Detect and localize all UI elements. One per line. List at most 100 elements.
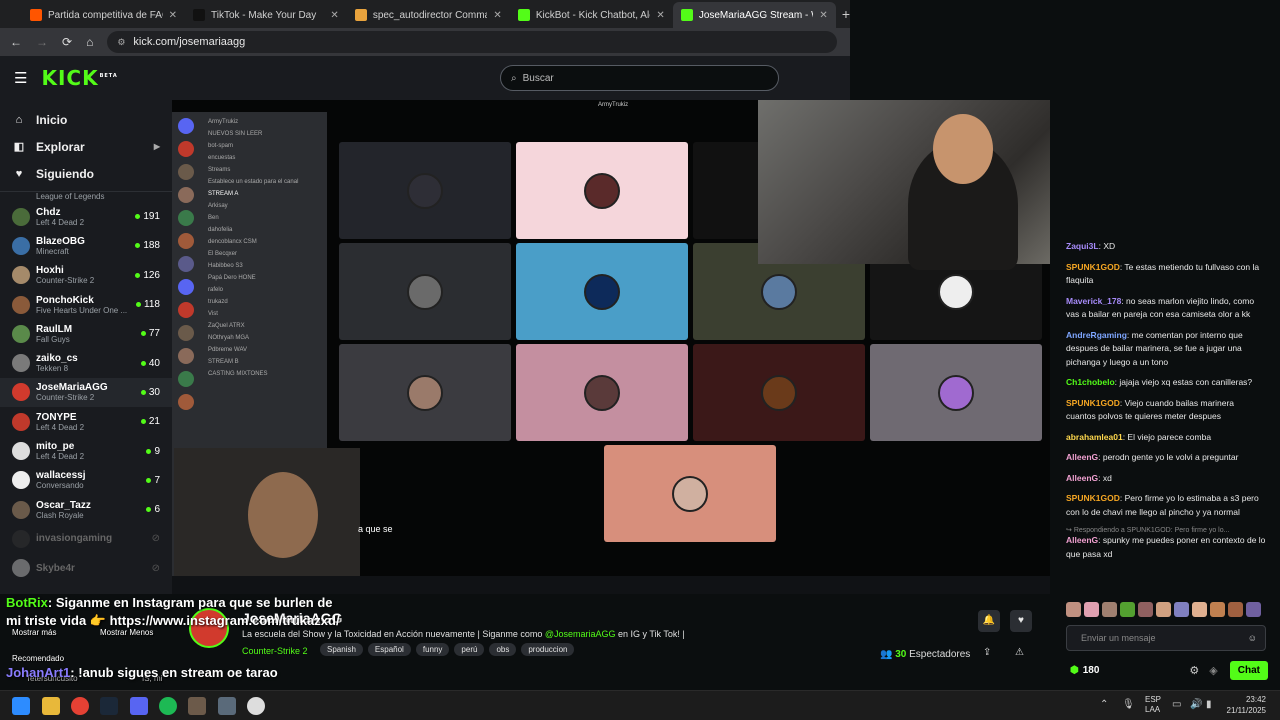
chat-username[interactable]: Ch1chobelo [1066,377,1115,387]
streamer-avatar[interactable] [189,608,229,648]
browser-tab[interactable]: Partida competitiva de FACEIT ✕ [22,2,185,28]
microphone-icon[interactable]: 🎙 [1122,699,1135,710]
report-icon[interactable]: ⚠ [1015,647,1024,658]
sidebar-channel-offline[interactable]: invasiongaming ⊘ [0,524,172,553]
stream-tag[interactable]: Español [367,643,411,656]
emote-icon[interactable] [1102,602,1117,617]
forward-icon[interactable]: → [36,35,48,49]
channel-game: Clash Royale [36,510,84,520]
show-less-link[interactable]: Mostrar Menos [100,628,153,637]
discord-server-icon [178,325,194,341]
language-indicator[interactable]: ESP LAA [1145,695,1161,715]
call-participant-tile [516,142,688,239]
emote-icon[interactable] [1120,602,1135,617]
stream-tag[interactable]: obs [489,643,517,656]
file-explorer-icon[interactable] [42,697,60,715]
chat-username[interactable]: Zaqui3L [1066,241,1099,251]
close-tab-icon[interactable]: ✕ [330,10,338,21]
steam-icon[interactable] [100,697,118,715]
chat-send-button[interactable]: Chat [1229,660,1268,680]
sidebar-channel[interactable]: BlazeOBG Minecraft 188 [0,231,172,260]
emote-icon[interactable] [1138,602,1153,617]
discord-icon[interactable] [130,697,148,715]
sidebar-channel[interactable]: JoseMariaAGG Counter-Strike 2 30 [0,377,172,408]
sidebar-nav-explorar[interactable]: ◧ Explorar ▶ [0,133,172,160]
sidebar-channel[interactable]: zaiko_cs Tekken 8 40 [0,348,172,377]
chrome-icon[interactable] [71,697,89,715]
browser-tab[interactable]: spec_autodirector Command H ✕ [347,2,510,28]
channel-points[interactable]: ⬢ 180 [1070,665,1099,676]
chat-username[interactable]: AlleenG [1066,473,1098,483]
volume-icon[interactable]: 🔊 [1190,699,1202,710]
chat-username[interactable]: abrahamlea01 [1066,432,1123,442]
sidebar-channel[interactable]: wallacessj Conversando 7 [0,466,172,495]
stream-tag[interactable]: funny [415,643,450,656]
stream-tag[interactable]: produccion [521,643,575,656]
url-field[interactable]: ⚙ kick.com/josemariaagg [107,31,838,53]
back-icon[interactable]: ← [10,35,22,49]
stream-tag[interactable]: Spanish [320,643,363,656]
stream-tag[interactable]: perú [454,643,485,656]
close-tab-icon[interactable]: ✕ [169,10,177,21]
chat-username[interactable]: SPUNK1GOD [1066,262,1120,272]
battery-icon[interactable]: ▮ [1206,699,1212,710]
spotify-icon[interactable] [159,697,177,715]
tray-chevron-icon[interactable]: ⌃ [1100,699,1108,710]
chat-username[interactable]: Maverick_178 [1066,296,1121,306]
emote-icon[interactable] [1210,602,1225,617]
emote-icon[interactable] [1156,602,1171,617]
emote-icon[interactable] [1192,602,1207,617]
sidebar-channel[interactable]: Oscar_Tazz Clash Royale 6 [0,495,172,524]
follow-heart-icon[interactable]: ♥ [1010,610,1032,632]
emoji-icon[interactable]: ☺ [1248,633,1257,643]
chat-input[interactable]: Enviar un mensaje ☺ [1066,625,1266,651]
bell-icon[interactable]: 🔔 [978,610,1000,632]
app-icon[interactable] [188,697,206,715]
share-icon[interactable]: ⇪ [983,647,991,658]
emote-icon[interactable] [1174,602,1189,617]
chat-username[interactable]: SPUNK1GOD [1066,398,1120,408]
sidebar-channel[interactable]: Chdz Left 4 Dead 2 191 [0,202,172,231]
browser-tab[interactable]: KickBot - Kick Chatbot, Alerts, ✕ [510,2,673,28]
close-tab-icon[interactable]: ✕ [819,10,827,21]
emote-icon[interactable] [1084,602,1099,617]
sidebar-channel-offline[interactable]: Skybe4r ⊘ [0,554,172,583]
obs-icon[interactable] [247,697,265,715]
show-more-link[interactable]: Mostrar más [12,628,56,637]
search-input[interactable]: ⌕ Buscar [500,65,779,91]
sidebar-channel[interactable]: PonchoKick Five Hearts Under One ... 118 [0,290,172,319]
new-tab-icon[interactable]: + [842,6,850,22]
chat-username[interactable]: SPUNK1GOD [1066,493,1120,503]
clock[interactable]: 23:42 21/11/2025 [1227,694,1266,716]
sidebar-channel[interactable]: mito_pe Left 4 Dead 2 9 [0,436,172,465]
emote-icon[interactable] [1066,602,1081,617]
stream-category[interactable]: Counter-Strike 2 [242,646,308,656]
chat-username[interactable]: AlleenG [1066,535,1098,545]
menu-icon[interactable]: ☰ [14,69,27,87]
browser-tab[interactable]: TikTok - Make Your Day ✕ [185,2,347,28]
chat-username[interactable]: AlleenG [1066,452,1098,462]
emote-menu-icon[interactable]: ◈ [1209,664,1217,677]
close-tab-icon[interactable]: ✕ [493,10,501,21]
streamer-name[interactable]: JoseMariaAGG [242,610,342,626]
settings-icon[interactable] [218,697,236,715]
sidebar-channel[interactable]: 7ONYPE Left 4 Dead 2 21 [0,407,172,436]
site-info-icon[interactable]: ⚙ [117,37,125,48]
browser-tab[interactable]: JoseMariaAGG Stream - Wa ✕ [672,2,836,28]
close-tab-icon[interactable]: ✕ [656,10,664,21]
sidebar-nav-inicio[interactable]: ⌂ Inicio [0,106,172,133]
windows-start-icon[interactable] [12,697,30,715]
video-player[interactable]: ArmyTrukiz ArmyTrukiz NUEVOS SIN LEER bot-… [172,100,1050,594]
emote-icon[interactable] [1246,602,1261,617]
kick-logo[interactable]: KICKBETA [41,66,117,90]
network-icon[interactable]: ▭ [1172,699,1181,710]
chat-username[interactable]: AndreRgaming [1066,330,1127,340]
emote-icon[interactable] [1228,602,1243,617]
sidebar-nav-siguiendo[interactable]: ♥ Siguiendo [0,160,172,187]
sidebar-channel[interactable]: Hoxhi Counter-Strike 2 126 [0,261,172,290]
reload-icon[interactable]: ⟳ [62,35,72,49]
home-icon[interactable]: ⌂ [86,35,93,49]
gear-icon[interactable]: ⚙ [1189,664,1199,677]
sidebar-channel[interactable]: RaulLM Fall Guys 77 [0,319,172,348]
participant-avatar [584,172,620,209]
